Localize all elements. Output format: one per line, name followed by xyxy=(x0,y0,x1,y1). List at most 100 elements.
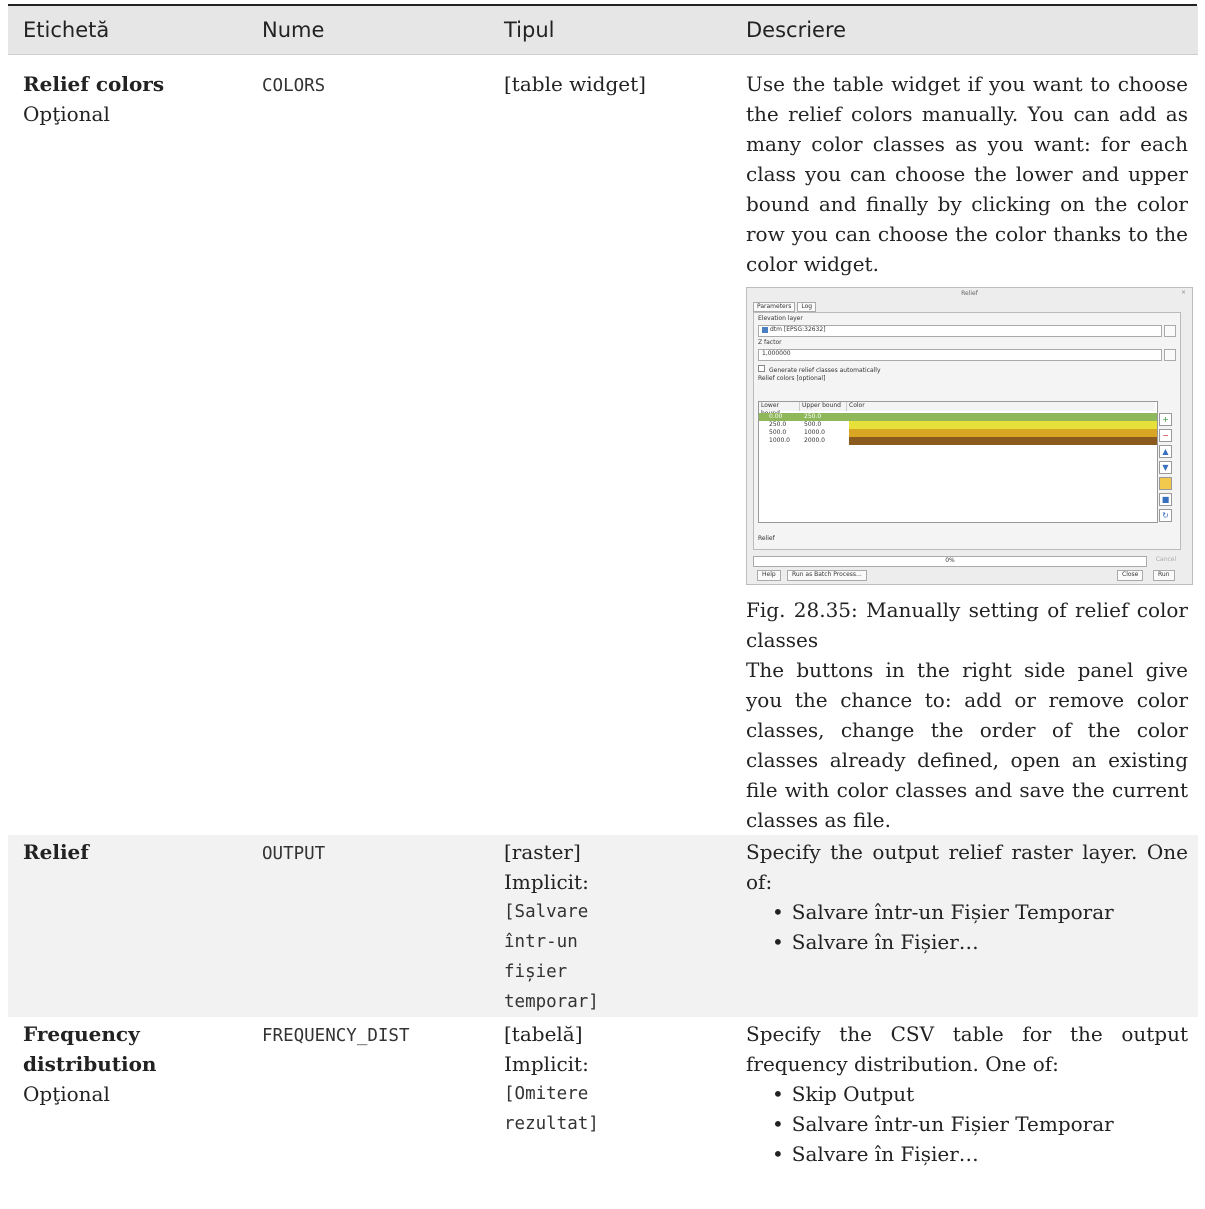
add-icon[interactable]: + xyxy=(1159,413,1172,426)
param-label: Relief xyxy=(23,840,89,864)
col-lower-bound: Lower bound xyxy=(759,402,800,417)
optional-tag: Opţional xyxy=(23,102,110,126)
cancel-button[interactable]: Cancel xyxy=(1151,556,1181,565)
z-factor-input[interactable]: 1,000000 xyxy=(758,349,1162,361)
parameters-panel: Elevation layer dtm [EPSG:32632] Z facto… xyxy=(753,312,1181,550)
default-label: Implicit: xyxy=(504,870,589,894)
relief-dialog-screenshot: Relief × Parameters Log Elevation layer d… xyxy=(746,287,1193,585)
param-type: [tabelă] xyxy=(504,1022,583,1046)
param-label-cell: Relief xyxy=(8,835,247,1017)
relief-output-label: Relief xyxy=(758,535,775,542)
list-item: Salvare într-un Fișier Temporar xyxy=(788,897,1188,927)
param-description: Specify the CSV table for the output fre… xyxy=(746,1022,1188,1076)
default-value-line: [Omitere xyxy=(504,1084,589,1104)
param-description-cell: Specify the CSV table for the output fre… xyxy=(731,1017,1198,1169)
remove-icon[interactable]: − xyxy=(1159,429,1172,442)
lower-bound: 500.0 xyxy=(769,429,787,436)
default-value-line: temporar] xyxy=(504,992,599,1012)
default-value-line: [Salvare xyxy=(504,902,589,922)
list-item: Salvare într-un Fișier Temporar xyxy=(788,1109,1188,1139)
color-swatch[interactable] xyxy=(849,421,1157,429)
auto-classes-label: Generate relief classes automatically xyxy=(769,367,881,374)
refresh-icon[interactable]: ↻ xyxy=(1159,509,1172,522)
tab-log[interactable]: Log xyxy=(797,302,817,312)
help-button[interactable]: Help xyxy=(757,570,781,581)
lower-bound: 1000.0 xyxy=(769,437,790,444)
output-options-list: Skip Output Salvare într-un Fișier Tempo… xyxy=(746,1079,1188,1169)
lower-bound: 250.0 xyxy=(769,421,787,428)
auto-classes-checkbox[interactable]: Generate relief classes automatically xyxy=(758,365,881,375)
table-row: Frequency distribution Opţional FREQUENC… xyxy=(8,1017,1198,1169)
param-name: FREQUENCY_DIST xyxy=(262,1026,410,1046)
color-class-row[interactable]: 0.00 250.0 xyxy=(759,413,1157,421)
progress-bar: 0% xyxy=(753,556,1147,567)
color-swatch[interactable] xyxy=(849,437,1157,445)
color-classes-table[interactable]: Lower bound Upper bound Color 0.00250.0 … xyxy=(758,401,1158,523)
color-class-row[interactable]: 250.0 500.0 xyxy=(759,421,1157,429)
param-description: Specify the output relief raster layer. … xyxy=(746,840,1188,894)
param-name-cell: OUTPUT xyxy=(247,835,489,1017)
close-button[interactable]: Close xyxy=(1117,570,1144,581)
param-type: [raster] xyxy=(504,840,581,864)
param-type-cell: [table widget] xyxy=(489,54,731,835)
header-type: Tipul xyxy=(489,6,731,55)
z-factor-label: Z factor xyxy=(758,339,782,346)
param-description-extra: The buttons in the right side panel give… xyxy=(746,658,1188,832)
elevation-layer-select[interactable]: dtm [EPSG:32632] xyxy=(758,325,1162,337)
param-label-cell: Frequency distribution Opţional xyxy=(8,1017,247,1169)
table-header-row: Etichetă Nume Tipul Descriere xyxy=(8,6,1198,55)
parameters-table: Etichetă Nume Tipul Descriere Relief col… xyxy=(8,6,1198,1169)
list-item: Salvare în Fișier… xyxy=(788,927,1188,957)
param-description-cell: Specify the output relief raster layer. … xyxy=(731,835,1198,1017)
elevation-layer-value: dtm [EPSG:32632] xyxy=(770,326,826,333)
color-class-row[interactable]: 500.0 1000.0 xyxy=(759,429,1157,437)
default-value-line: rezultat] xyxy=(504,1114,599,1134)
param-type-cell: [tabelă] Implicit: [Omitere rezultat] xyxy=(489,1017,731,1169)
lower-bound: 0.00 xyxy=(769,413,783,420)
close-icon[interactable]: × xyxy=(1181,289,1186,297)
elevation-layer-label: Elevation layer xyxy=(758,315,803,322)
output-options-list: Salvare într-un Fișier Temporar Salvare … xyxy=(746,897,1188,957)
run-button[interactable]: Run xyxy=(1153,570,1175,581)
z-factor-value: 1,000000 xyxy=(762,350,791,357)
upper-bound: 500.0 xyxy=(804,421,822,428)
param-label-line: Frequency xyxy=(23,1022,140,1046)
param-type: [table widget] xyxy=(504,72,646,96)
browse-button[interactable] xyxy=(1164,325,1176,337)
param-label-cell: Relief colors Opţional xyxy=(8,54,247,835)
param-description-cell: Use the table widget if you want to choo… xyxy=(731,54,1198,835)
list-item: Skip Output xyxy=(788,1079,1188,1109)
dialog-tabs: Parameters Log xyxy=(753,302,818,312)
upper-bound: 2000.0 xyxy=(804,437,825,444)
figure-caption: Fig. 28.35: Manually setting of relief c… xyxy=(746,598,1188,652)
save-icon[interactable]: ■ xyxy=(1159,493,1172,506)
param-description: Use the table widget if you want to choo… xyxy=(746,72,1188,276)
batch-process-button[interactable]: Run as Batch Process... xyxy=(787,570,867,581)
dialog-title: Relief xyxy=(961,290,978,297)
z-factor-button[interactable] xyxy=(1164,349,1176,361)
list-item: Salvare în Fișier… xyxy=(788,1139,1188,1169)
move-up-icon[interactable]: ▲ xyxy=(1159,445,1172,458)
color-swatch[interactable] xyxy=(849,429,1157,437)
param-name: COLORS xyxy=(262,76,326,96)
param-type-cell: [raster] Implicit: [Salvare într-un fiși… xyxy=(489,835,731,1017)
relief-colors-label: Relief colors [optional] xyxy=(758,375,826,382)
param-name-cell: FREQUENCY_DIST xyxy=(247,1017,489,1169)
move-down-icon[interactable]: ▼ xyxy=(1159,461,1172,474)
param-name-cell: COLORS xyxy=(247,54,489,835)
progress-text: 0% xyxy=(945,557,955,564)
raster-layer-icon xyxy=(762,327,768,333)
open-folder-icon[interactable] xyxy=(1159,477,1172,490)
color-class-row[interactable]: 1000.0 2000.0 xyxy=(759,437,1157,445)
col-color: Color xyxy=(847,402,1155,411)
upper-bound: 250.0 xyxy=(804,413,822,420)
table-row: Relief OUTPUT [raster] Implicit: [Salvar… xyxy=(8,835,1198,1017)
default-value-line: într-un xyxy=(504,932,578,952)
side-toolbar: + − ▲ ▼ ■ ↻ xyxy=(1159,413,1173,525)
default-value-line: fișier xyxy=(504,962,568,982)
param-name: OUTPUT xyxy=(262,844,326,864)
tab-parameters[interactable]: Parameters xyxy=(753,302,796,312)
header-name: Nume xyxy=(247,6,489,55)
header-description: Descriere xyxy=(731,6,1198,55)
param-label: Relief colors xyxy=(23,72,165,96)
